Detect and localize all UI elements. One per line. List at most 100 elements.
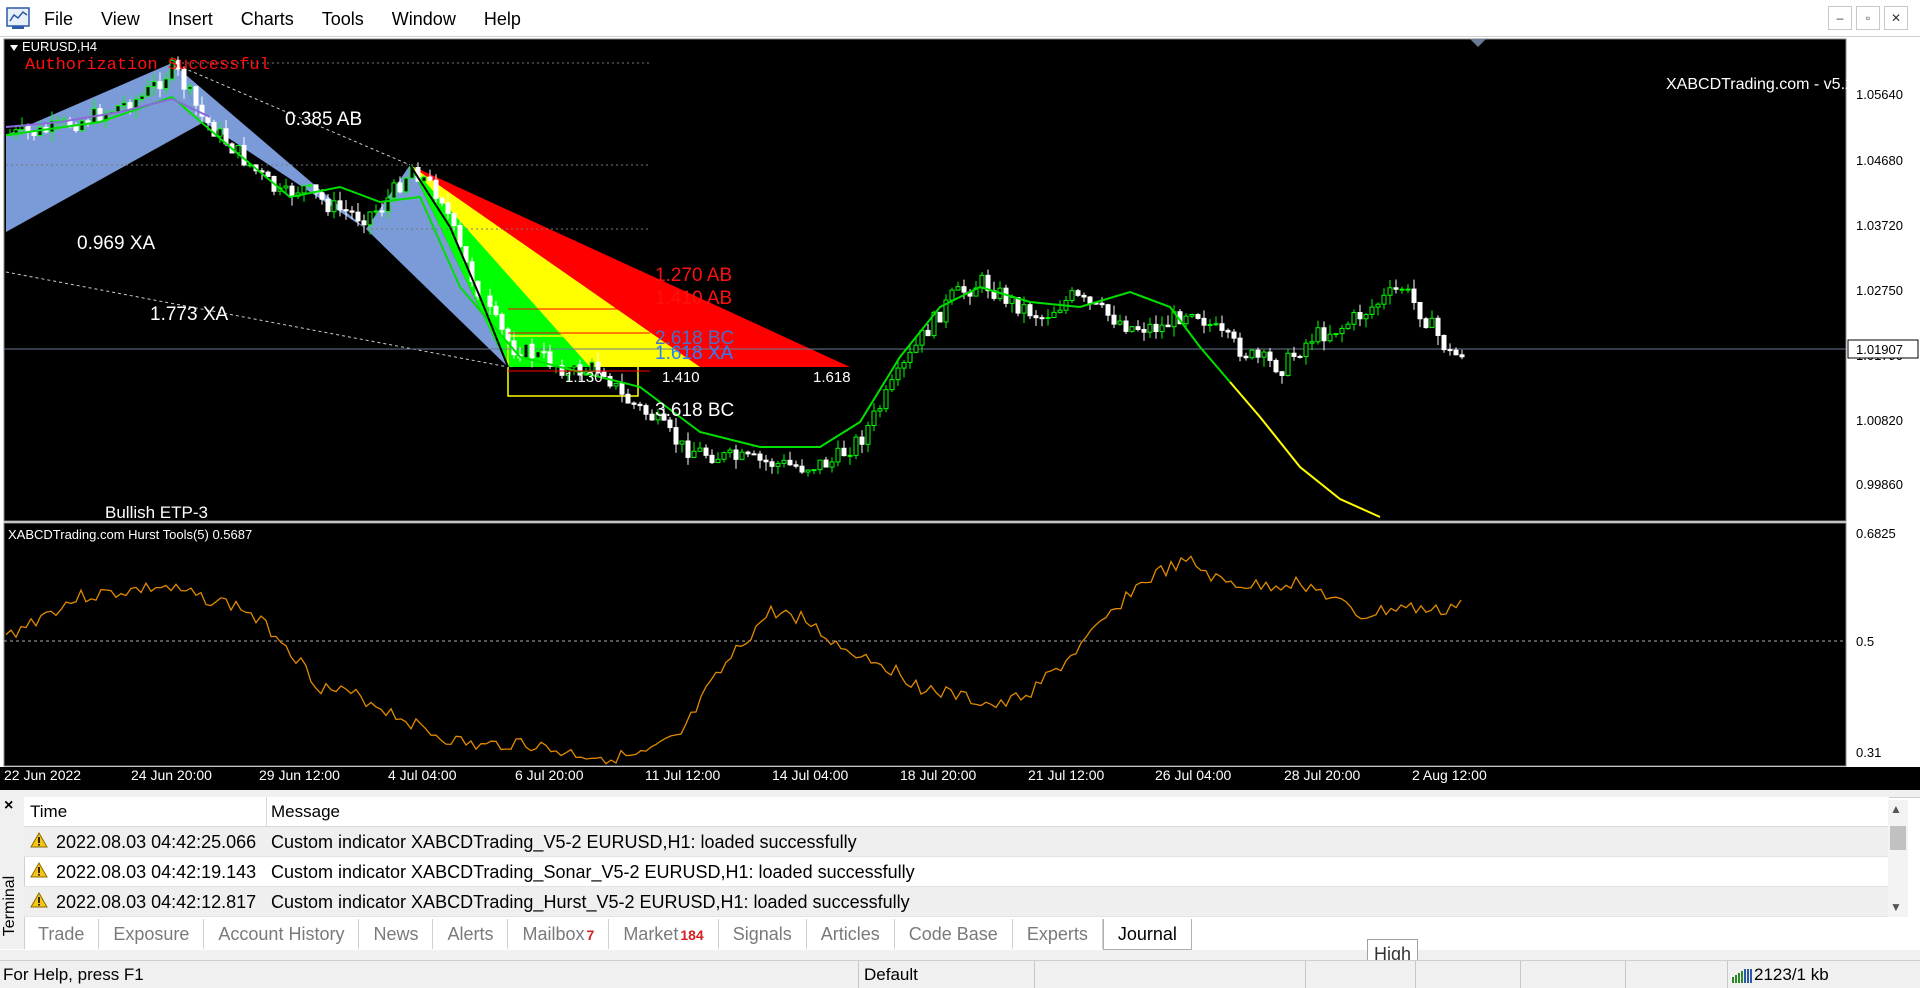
tab-articles[interactable]: Articles: [807, 919, 895, 949]
date-tick: 29 Jun 12:00: [259, 767, 340, 783]
menu-help[interactable]: Help: [470, 0, 535, 36]
candle-body: [163, 78, 169, 90]
tab-alerts[interactable]: Alerts: [433, 919, 509, 949]
tab-account-history[interactable]: Account History: [204, 919, 360, 949]
candle-body: [1375, 303, 1381, 308]
tab-trade[interactable]: Trade: [24, 919, 100, 949]
status-divider: [1520, 961, 1521, 988]
warning-icon: [30, 892, 48, 908]
candle-body: [961, 286, 967, 293]
tab-label: Market: [623, 924, 679, 944]
candle-body: [1123, 320, 1129, 332]
metatrader-app-icon[interactable]: [4, 4, 32, 32]
candle-body: [265, 171, 271, 177]
candle-body: [871, 410, 877, 426]
date-tick: 18 Jul 20:00: [900, 767, 976, 783]
candle-body: [895, 367, 901, 381]
menu-charts[interactable]: Charts: [227, 0, 308, 36]
pattern-name: Bullish ETP-3: [105, 503, 208, 522]
scroll-up-icon[interactable]: ▲: [1890, 802, 1902, 816]
menu-tools[interactable]: Tools: [308, 0, 378, 36]
menu-insert[interactable]: Insert: [154, 0, 227, 36]
status-connection: 2123/1 kb: [1754, 965, 1829, 984]
status-bar: For Help, press F1 Default 2123/1 kb: [0, 960, 1920, 988]
tab-journal[interactable]: Journal: [1102, 919, 1192, 950]
candle-body: [1033, 315, 1039, 319]
table-row[interactable]: 2022.08.03 04:42:19.143 Custom indicator…: [24, 857, 1889, 887]
candle-body: [829, 461, 835, 468]
tab-code-base[interactable]: Code Base: [895, 919, 1013, 949]
tab-label: Exposure: [113, 924, 190, 944]
candle-body: [1141, 328, 1147, 333]
candle-body: [883, 389, 889, 410]
label-1618-xa: 1.618 XA: [655, 343, 733, 364]
tab-label: Account History: [218, 924, 345, 944]
candle-body: [1255, 349, 1261, 358]
tab-badge: 184: [680, 927, 704, 943]
candle-body: [1105, 304, 1111, 316]
price-tick: 1.02750: [1856, 283, 1903, 298]
restore-button[interactable]: ▫: [1856, 6, 1880, 30]
price-scale[interactable]: [1847, 39, 1920, 766]
label-385-ab: 0.385 AB: [285, 109, 362, 130]
indicator-panel[interactable]: [3, 522, 1847, 767]
close-window-button[interactable]: ✕: [1884, 6, 1908, 30]
candle-body: [529, 343, 535, 359]
price-tick: 1.05640: [1856, 87, 1903, 102]
chart-symbol: EURUSD,H4: [22, 39, 97, 54]
candle-body: [667, 419, 673, 429]
date-tick: 26 Jul 04:00: [1155, 767, 1231, 783]
minimize-button[interactable]: –: [1828, 6, 1852, 30]
status-divider: [1727, 961, 1728, 988]
candle-body: [679, 440, 685, 445]
scroll-down-icon[interactable]: ▼: [1890, 900, 1902, 914]
candle-body: [619, 382, 625, 395]
candle-body: [847, 454, 853, 457]
tab-exposure[interactable]: Exposure: [99, 919, 205, 949]
status-profile[interactable]: Default: [864, 965, 918, 985]
date-tick: 2 Aug 12:00: [1412, 767, 1487, 783]
candle-body: [325, 198, 331, 213]
terminal-scrollbar[interactable]: ▲ ▼: [1888, 800, 1908, 917]
menu-view[interactable]: View: [87, 0, 154, 36]
candle-body: [1405, 288, 1411, 291]
tab-signals[interactable]: Signals: [719, 919, 807, 949]
log-time: 2022.08.03 04:42:12.817: [56, 892, 257, 912]
candle-body: [793, 464, 799, 467]
candle-body: [1345, 323, 1351, 329]
candle-body: [1069, 290, 1075, 301]
candle-body: [781, 459, 787, 464]
menu-window[interactable]: Window: [378, 0, 470, 36]
column-time[interactable]: Time: [30, 802, 67, 822]
warning-icon: [30, 862, 48, 878]
candle-body: [763, 459, 769, 463]
table-row[interactable]: 2022.08.03 04:42:12.817 Custom indicator…: [24, 887, 1889, 917]
chart-window[interactable]: EURUSD,H4 Authorization Successful XABCD…: [0, 37, 1920, 790]
candle-body: [1435, 317, 1441, 336]
tab-market[interactable]: Market 184: [609, 919, 719, 949]
terminal-close-button[interactable]: ×: [4, 797, 13, 815]
scroll-thumb[interactable]: [1890, 826, 1906, 850]
tab-news[interactable]: News: [359, 919, 434, 949]
candle-body: [601, 371, 607, 378]
candle-body: [649, 413, 655, 421]
auth-status: Authorization Successful: [25, 56, 270, 75]
column-message[interactable]: Message: [271, 802, 340, 822]
candle-body: [1249, 349, 1255, 359]
menu-file[interactable]: File: [30, 0, 87, 36]
candle-body: [1387, 287, 1393, 296]
candle-body: [1285, 352, 1291, 377]
column-divider[interactable]: [266, 797, 267, 826]
table-row[interactable]: 2022.08.03 04:42:25.066 Custom indicator…: [24, 827, 1889, 857]
candle-body: [187, 86, 193, 90]
candle-body: [139, 95, 145, 100]
candle-body: [1195, 314, 1201, 319]
candle-body: [217, 128, 223, 137]
candle-body: [1357, 312, 1363, 320]
tab-mailbox[interactable]: Mailbox 7: [508, 919, 610, 949]
candle-body: [1303, 342, 1309, 358]
date-tick: 28 Jul 20:00: [1284, 767, 1360, 783]
price-chart-panel[interactable]: [3, 38, 1847, 522]
candle-body: [625, 393, 631, 404]
tab-experts[interactable]: Experts: [1013, 919, 1103, 949]
